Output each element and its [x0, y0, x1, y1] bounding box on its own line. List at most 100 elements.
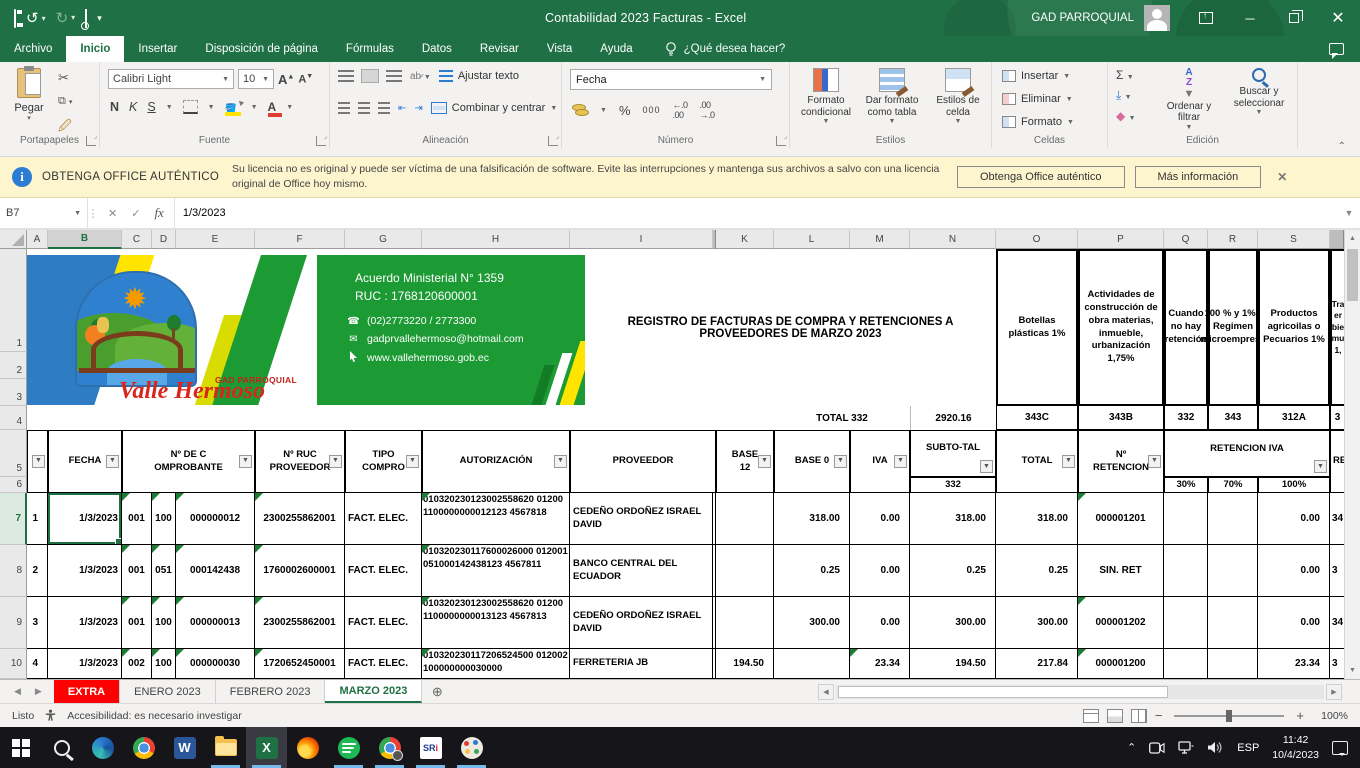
merge-center-button[interactable]: Combinar y centrar▼ — [431, 102, 557, 114]
row-header-6[interactable]: 6 — [0, 477, 27, 493]
align-right-icon[interactable] — [378, 102, 390, 114]
column-header-L[interactable]: L — [774, 230, 850, 249]
cell-n[interactable]: 1 — [27, 493, 48, 545]
minimize-button[interactable]: ─ — [1228, 0, 1272, 36]
cell-sub[interactable]: 300.00 — [910, 597, 996, 649]
increase-decimal-icon[interactable]: ←.0.00 — [673, 100, 688, 120]
filter-icon[interactable]: ▼ — [554, 455, 567, 468]
cell-iva[interactable]: 0.00 — [850, 545, 910, 597]
tax-header-clipped[interactable]: Tra er bie mu 1, — [1330, 249, 1344, 406]
vertical-scrollbar[interactable]: ▲ ▼ — [1344, 230, 1360, 679]
cell-aut[interactable]: 010320230117600026000 012001051000142438… — [422, 545, 570, 597]
zoom-slider-thumb[interactable] — [1226, 710, 1232, 722]
horizontal-scroll-thumb[interactable] — [838, 686, 1168, 698]
customize-qat-icon[interactable]: ▾ — [97, 14, 102, 23]
vertical-scroll-thumb[interactable] — [1347, 249, 1358, 301]
cell-p70[interactable] — [1208, 493, 1258, 545]
chrome-icon[interactable] — [123, 727, 164, 768]
tell-me-box[interactable]: ¿Qué desea hacer? — [665, 36, 786, 62]
cell-prov[interactable]: BANCO CENTRAL DEL ECUADOR — [570, 545, 713, 597]
header-fecha[interactable]: FECHA▼ — [48, 430, 122, 493]
header-n-retencion[interactable]: Nº RETENCION▼ — [1078, 430, 1164, 493]
cell-styles-button[interactable]: Estilos de celda▼ — [926, 68, 990, 126]
ribbon-tab-insertar[interactable]: Insertar — [124, 36, 191, 62]
row-header-1[interactable]: 1 — [0, 249, 27, 352]
cell-c1[interactable]: 002 — [122, 649, 152, 679]
align-bottom-icon[interactable] — [386, 70, 402, 82]
column-header-Q[interactable]: Q — [1164, 230, 1208, 249]
filter-icon[interactable]: ▼ — [758, 455, 771, 468]
code-343c[interactable]: 343C — [996, 406, 1078, 430]
currency-format-icon[interactable] — [572, 104, 588, 116]
ribbon-tab-ayuda[interactable]: Ayuda — [586, 36, 646, 62]
column-header-B[interactable]: B — [48, 230, 122, 249]
cell-sub[interactable]: 0.25 — [910, 545, 996, 597]
cell-n[interactable]: 4 — [27, 649, 48, 679]
worksheet[interactable]: ABCDEFGHIKLMNOPQRS 123456 Acuerdo Minist… — [0, 230, 1360, 679]
speaker-icon[interactable] — [1207, 741, 1224, 754]
cell-base0[interactable] — [774, 649, 850, 679]
fill-color-dropdown-icon[interactable]: ▼ — [251, 104, 258, 111]
comma-style-button[interactable]: 000 — [643, 105, 661, 115]
tray-expand-icon[interactable]: ⌃ — [1127, 741, 1136, 754]
cell-sub[interactable]: 194.50 — [910, 649, 996, 679]
sheet-tab-enero-2023[interactable]: ENERO 2023 — [120, 680, 216, 703]
filter-icon[interactable]: ▼ — [329, 455, 342, 468]
cell-iva[interactable]: 0.00 — [850, 597, 910, 649]
new-sheet-icon[interactable]: ⊕ — [422, 680, 452, 703]
header-autorizacion[interactable]: AUTORIZACIÓN▼ — [422, 430, 570, 493]
cell-ruc[interactable]: 2300255862001 — [255, 597, 345, 649]
tax-header-agricolas[interactable]: Productos agricoilas o Pecuarios 1% — [1258, 249, 1330, 406]
cell-c2[interactable]: 100 — [152, 493, 176, 545]
cell-t[interactable]: 3 — [1330, 545, 1344, 597]
sheet-nav-right-icon[interactable]: ▶ — [35, 686, 42, 697]
ribbon-tab-vista[interactable]: Vista — [533, 36, 586, 62]
header-proveedor[interactable]: PROVEEDOR — [570, 430, 716, 493]
taskbar-search-icon[interactable] — [41, 727, 82, 768]
clipboard-dialog-launcher-icon[interactable] — [86, 136, 96, 146]
conditional-formatting-button[interactable]: Formato condicional▼ — [794, 68, 858, 126]
cell-base12[interactable] — [716, 493, 774, 545]
cell-p100[interactable]: 0.00 — [1258, 493, 1330, 545]
underline-button[interactable]: S — [147, 100, 155, 114]
cell-base0[interactable]: 318.00 — [774, 493, 850, 545]
cell-t[interactable]: 34 — [1330, 493, 1344, 545]
ribbon-tab-archivo[interactable]: Archivo — [0, 36, 66, 62]
font-size-select[interactable]: 10▼ — [238, 69, 274, 89]
formula-input[interactable]: 1/3/2023 — [175, 198, 1338, 228]
header-col-a[interactable]: ▼ — [27, 430, 48, 493]
row-header-10[interactable]: 10 — [0, 649, 27, 679]
sheet-tab-extra[interactable]: EXTRA — [54, 680, 120, 703]
header-ruc-proveedor[interactable]: Nº RUC PROVEEDOR▼ — [255, 430, 345, 493]
italic-button[interactable]: K — [129, 100, 137, 114]
cell-nret[interactable]: 000001202 — [1078, 597, 1164, 649]
tax-header-construccion[interactable]: Actividades de construcción de obra mate… — [1078, 249, 1164, 406]
percent-style-button[interactable]: % — [619, 103, 631, 118]
cell-aut[interactable]: 010320230123002558620 012001100000000012… — [422, 493, 570, 545]
zoom-slider[interactable] — [1174, 715, 1284, 717]
align-left-icon[interactable] — [338, 102, 350, 114]
code-332[interactable]: 332 — [1164, 406, 1208, 430]
cell-nret[interactable]: 000001201 — [1078, 493, 1164, 545]
cell-c2[interactable]: 100 — [152, 649, 176, 679]
cell-t[interactable]: 34 — [1330, 597, 1344, 649]
row-header-9[interactable]: 9 — [0, 597, 27, 649]
header-70[interactable]: 70% — [1208, 477, 1258, 493]
cell-prov[interactable]: CEDEÑO ORDOÑEZ ISRAEL DAVID — [570, 493, 713, 545]
total-332-value[interactable]: 2920.16 — [910, 406, 996, 430]
cell-ruc[interactable]: 1760002600001 — [255, 545, 345, 597]
edge-icon[interactable] — [82, 727, 123, 768]
row-header-5[interactable]: 5 — [0, 430, 27, 477]
column-header-hidden[interactable] — [1330, 230, 1344, 249]
more-info-button[interactable]: Más información — [1135, 166, 1262, 188]
filter-icon[interactable]: ▼ — [980, 460, 993, 473]
insert-cells-button[interactable]: Insertar▼ — [1002, 70, 1070, 82]
header-comprobante[interactable]: Nº DE C OMPROBANTE▼ — [122, 430, 255, 493]
cell-fecha[interactable]: 1/3/2023 — [48, 649, 122, 679]
header-30[interactable]: 30% — [1164, 477, 1208, 493]
meet-now-icon[interactable] — [1149, 742, 1165, 754]
column-header-A[interactable]: A — [27, 230, 48, 249]
page-layout-view-icon[interactable] — [1107, 709, 1123, 723]
sheet-nav-left-icon[interactable]: ◀ — [14, 686, 21, 697]
ribbon-tab-inicio[interactable]: Inicio — [66, 36, 124, 62]
